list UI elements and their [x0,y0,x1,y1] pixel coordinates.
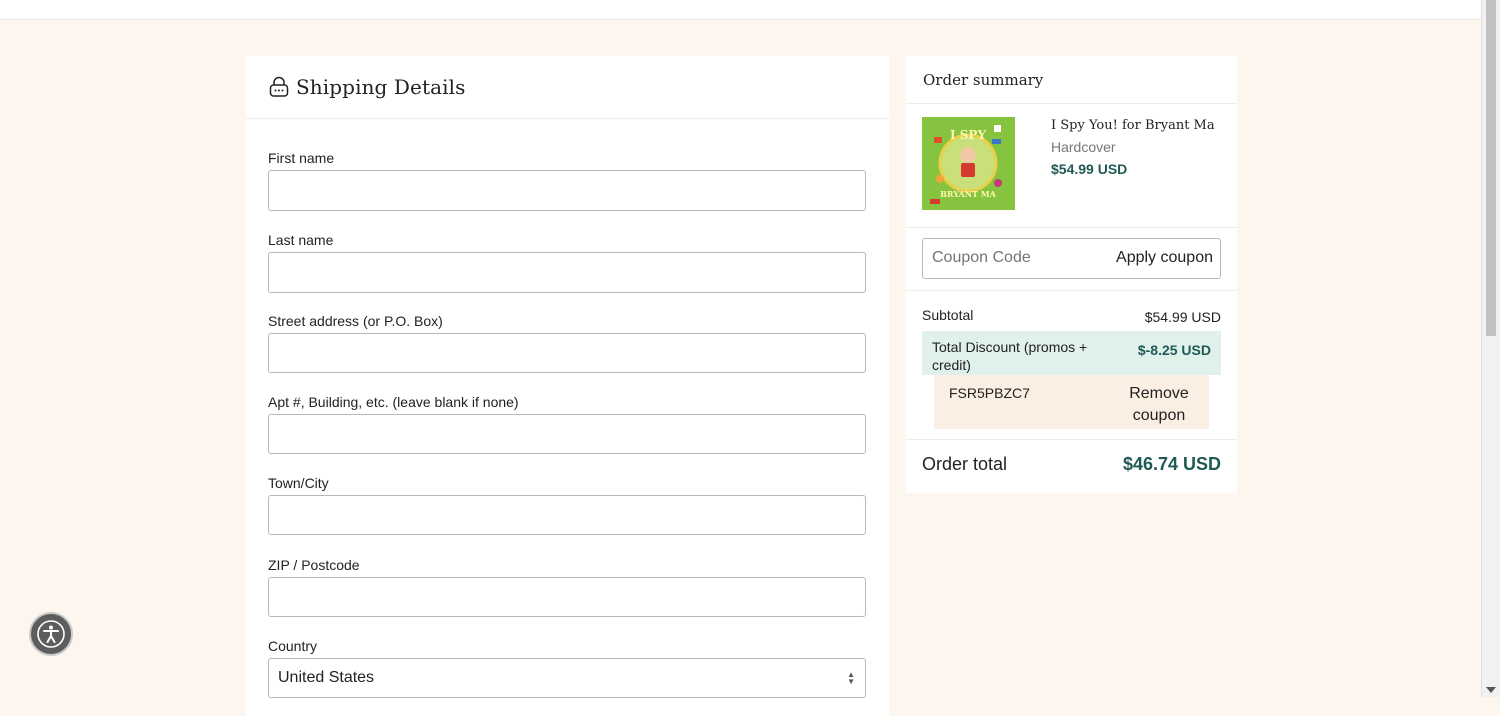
country-label: Country [268,638,318,654]
cart-item: I SPY BRYANT MA I Spy You! for Bryant Ma… [906,104,1237,228]
country-value: United States [278,669,375,686]
applied-coupon: FSR5PBZC7 Remove coupon [934,375,1209,429]
select-arrows-icon: ▲ ▼ [847,670,855,686]
item-format: Hardcover [1051,139,1116,155]
accessibility-icon [37,620,65,648]
order-total-label: Order total [922,454,1008,474]
country-field: Country United States ▲ ▼ [268,638,866,698]
item-name: I Spy You! for Bryant Ma [1051,118,1215,133]
first-name-field: First name [268,150,866,211]
last-name-field: Last name [268,232,866,293]
town-city-field: Town/City [268,475,866,535]
order-total-value: $46.74 USD [1122,454,1221,474]
apply-coupon-button[interactable]: Apply coupon [1116,249,1213,267]
street-address-input[interactable] [268,333,866,373]
order-summary-card: Order summary I SPY BRYANT MA I Spy You!… [906,56,1237,493]
top-bar [0,0,1482,20]
discount-value: $-8.25 USD [1137,342,1211,358]
lock-icon [269,76,289,97]
subtotal-label: Subtotal [922,307,974,323]
item-price: $54.99 USD [1051,161,1128,177]
street-address-field: Street address (or P.O. Box) [268,313,866,373]
cover-name-text: BRYANT MA [940,189,996,199]
remove-coupon-button[interactable]: Remove coupon [1119,383,1199,427]
coupon-code-input[interactable] [932,249,1092,267]
first-name-input[interactable] [268,170,866,211]
town-city-input[interactable] [268,495,866,535]
last-name-label: Last name [268,232,334,248]
applied-coupon-code: FSR5PBZC7 [949,385,1030,401]
zip-field: ZIP / Postcode [268,557,866,617]
town-city-label: Town/City [268,475,329,491]
zip-label: ZIP / Postcode [268,557,360,573]
scrollbar-thumb[interactable] [1486,0,1496,336]
item-info: I Spy You! for Bryant Ma Hardcover $54.9… [1051,118,1231,177]
subtotal-value: $54.99 USD [1144,309,1221,325]
zip-input[interactable] [268,577,866,617]
coupon-row: Apply coupon [906,228,1237,291]
shipping-details-card: Shipping Details First name Last name St… [246,56,889,716]
coupon-box: Apply coupon [922,238,1221,279]
discount-label: Total Discount (promos + credit) [932,339,1088,373]
discount-row: Total Discount (promos + credit) $-8.25 … [922,331,1221,375]
cover-title-text: I SPY [950,128,986,142]
shipping-header: Shipping Details [246,56,889,119]
country-select[interactable]: United States ▲ ▼ [268,658,866,698]
apt-field: Apt #, Building, etc. (leave blank if no… [268,394,866,454]
page-scrollbar[interactable] [1481,0,1500,697]
first-name-label: First name [268,150,335,166]
totals-section: Subtotal $54.99 USD Total Discount (prom… [906,291,1237,440]
order-summary-title: Order summary [906,56,1237,104]
apt-label: Apt #, Building, etc. (leave blank if no… [268,394,519,410]
accessibility-button[interactable] [29,612,73,656]
book-cover-image: I SPY BRYANT MA [922,117,1015,210]
scroll-down-icon[interactable] [1486,687,1496,693]
street-address-label: Street address (or P.O. Box) [268,313,443,329]
apt-input[interactable] [268,414,866,454]
last-name-input[interactable] [268,252,866,293]
page-title: Shipping Details [296,75,466,99]
